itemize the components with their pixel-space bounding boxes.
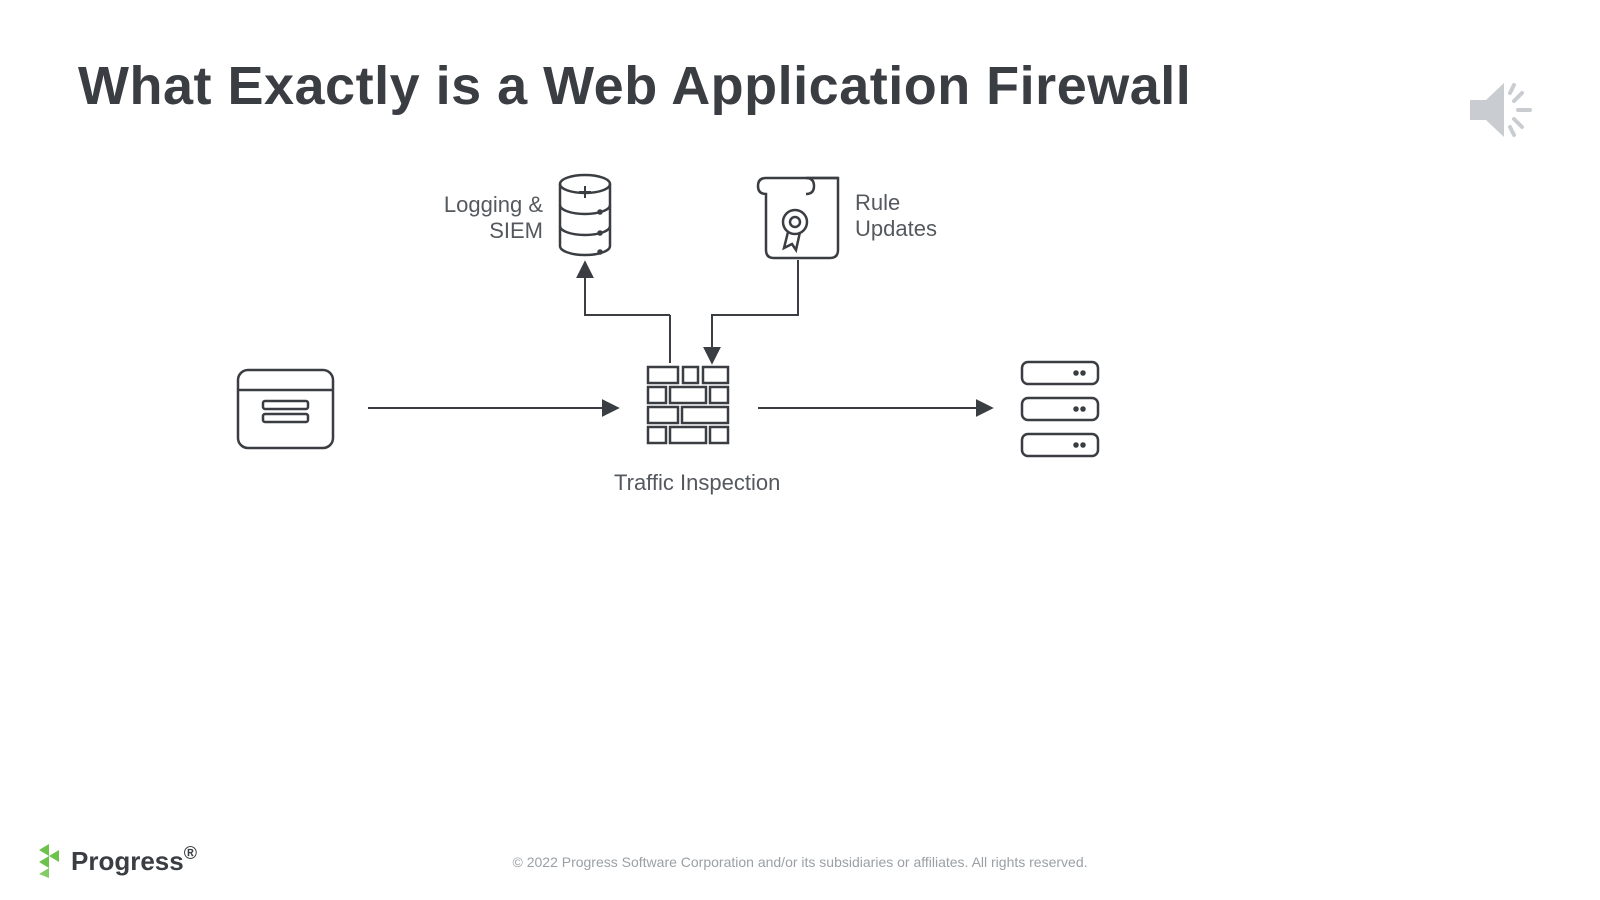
connector-logging — [585, 265, 670, 315]
progress-logo-text: Progress — [71, 846, 184, 877]
waf-diagram — [0, 0, 1600, 900]
progress-logo: Progress® — [35, 844, 197, 878]
database-icon — [560, 175, 610, 255]
connector-rules — [712, 260, 798, 358]
certificate-icon — [758, 178, 838, 258]
audio-speaker-icon[interactable] — [1460, 65, 1550, 160]
copyright-footer: © 2022 Progress Software Corporation and… — [0, 854, 1600, 870]
client-browser-icon — [238, 370, 333, 448]
server-stack-icon — [1022, 362, 1098, 456]
firewall-icon — [648, 367, 728, 443]
progress-logo-icon — [35, 844, 65, 878]
